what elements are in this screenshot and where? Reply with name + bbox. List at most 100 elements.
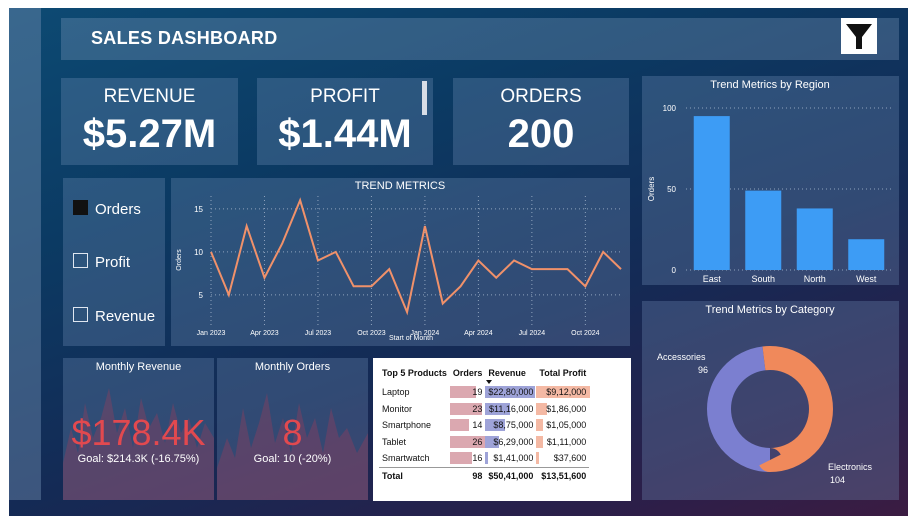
metric-option-profit[interactable]: Profit <box>73 253 130 271</box>
kpi-card-orders: ORDERS 200 <box>453 78 629 165</box>
column-header[interactable]: Top 5 Products <box>379 362 450 384</box>
data-point[interactable] <box>262 276 266 280</box>
slice-value: 96 <box>698 365 708 375</box>
data-point[interactable] <box>227 293 231 297</box>
x-tick-label: Jan 2024 <box>411 330 440 337</box>
kpi-value: $1.44M <box>278 112 412 156</box>
kpi-card-revenue: REVENUE $5.27M <box>61 78 238 165</box>
x-tick-label: Jul 2023 <box>305 330 332 337</box>
data-bar <box>536 452 539 464</box>
profit-cell: $1,11,000 <box>536 434 589 451</box>
data-point[interactable] <box>583 284 587 288</box>
x-tick-label: Apr 2023 <box>250 330 279 337</box>
data-point[interactable] <box>352 284 356 288</box>
data-point[interactable] <box>494 276 498 280</box>
column-header[interactable]: Total Profit <box>536 362 589 384</box>
orders-cell: 19 <box>449 384 486 401</box>
data-point[interactable] <box>298 198 302 202</box>
kpi-label: PROFIT <box>310 86 380 107</box>
checkbox-icon[interactable] <box>73 307 88 322</box>
products-table: Top 5 Products Orders Revenue Total Prof… <box>379 362 591 484</box>
bar-east[interactable] <box>693 116 730 270</box>
data-point[interactable] <box>530 267 534 271</box>
y-tick-label: 10 <box>194 248 203 257</box>
bar-south[interactable] <box>745 190 782 270</box>
table-row[interactable]: Smartphone 14 $8,75,000 $1,05,000 <box>379 417 589 434</box>
card-title: Monthly Orders <box>254 361 331 373</box>
y-tick-label: 15 <box>194 205 203 214</box>
x-tick-label: Oct 2024 <box>571 330 600 337</box>
checkbox-icon[interactable] <box>73 200 88 215</box>
data-point[interactable] <box>476 259 480 263</box>
profit-cell: $37,600 <box>536 450 589 467</box>
y-tick-label: 100 <box>663 104 677 113</box>
table-total-row[interactable]: Total 98 $50,41,000 $13,51,600 <box>379 467 590 484</box>
scrollbar-thumb[interactable] <box>422 81 427 115</box>
column-header[interactable]: Orders <box>450 362 486 384</box>
data-bar <box>485 452 489 464</box>
page-title: SALES DASHBOARD <box>91 28 278 48</box>
data-point[interactable] <box>566 267 570 271</box>
y-axis-label: Orders <box>647 177 656 201</box>
filter-button[interactable] <box>841 18 877 54</box>
metric-option-orders[interactable]: Orders <box>73 200 141 218</box>
kpi-label: ORDERS <box>500 86 582 107</box>
profit-cell: $9,12,000 <box>536 384 591 401</box>
product-name-cell: Monitor <box>382 403 413 414</box>
region-bar-svg: Trend Metrics by Region Orders 0 50 100 Eas… <box>647 79 892 284</box>
checkbox-icon[interactable] <box>73 253 88 268</box>
revenue-cell: $8,75,000 <box>485 417 536 434</box>
header-bar: SALES DASHBOARD <box>61 18 899 60</box>
data-point[interactable] <box>209 250 213 254</box>
goal-text: Goal: 10 (-20%) <box>253 453 332 465</box>
category-donut-chart: Trend Metrics by Category Accessories 96 E… <box>642 301 899 500</box>
data-point[interactable] <box>441 302 445 306</box>
monthly-orders-card: Monthly Orders 8 Goal: 10 (-20%) <box>217 358 368 500</box>
metric-selector: Orders Profit Revenue <box>63 178 165 346</box>
orders-cell: 16 <box>449 450 486 467</box>
column-header[interactable]: Revenue <box>485 362 536 384</box>
bar-west[interactable] <box>848 239 885 270</box>
data-bar <box>536 419 543 431</box>
dashboard-canvas: SALES DASHBOARD REVENUE $5.27M PROFIT $1… <box>9 8 908 516</box>
bar-north[interactable] <box>796 208 833 270</box>
y-tick-label: 5 <box>199 291 204 300</box>
chart-title: Trend Metrics by Region <box>710 79 829 91</box>
product-name-cell: Smartwatch <box>382 453 430 464</box>
top-products-table: Top 5 Products Orders Revenue Total Prof… <box>373 358 631 501</box>
data-point[interactable] <box>548 267 552 271</box>
data-point[interactable] <box>316 259 320 263</box>
kpi-label: REVENUE <box>103 86 196 107</box>
revenue-cell: $11,16,000 <box>485 401 536 418</box>
orders-cell: 26 <box>449 434 486 451</box>
revenue-cell: $22,80,000 <box>485 384 536 401</box>
side-navigation-bar[interactable] <box>9 8 41 500</box>
metric-option-revenue[interactable]: Revenue <box>73 307 155 325</box>
data-point[interactable] <box>280 241 284 245</box>
data-point[interactable] <box>387 267 391 271</box>
data-point[interactable] <box>601 250 605 254</box>
data-point[interactable] <box>459 284 463 288</box>
orders-cell: 98 <box>472 470 483 481</box>
x-tick-label: East <box>703 274 722 284</box>
data-point[interactable] <box>405 310 409 314</box>
column-header-label: Revenue <box>488 368 526 378</box>
data-point[interactable] <box>245 224 249 228</box>
data-bar <box>449 452 472 464</box>
table-row[interactable]: Monitor 23 $11,16,000 $1,86,000 <box>379 401 589 418</box>
data-point[interactable] <box>369 284 373 288</box>
region-bar-chart: Trend Metrics by Region Orders 0 50 100 Eas… <box>642 76 899 285</box>
data-point[interactable] <box>334 250 338 254</box>
x-tick-label: Oct 2023 <box>357 330 386 337</box>
data-point[interactable] <box>512 259 516 263</box>
table-row[interactable]: Smartwatch 16 $1,41,000 $37,600 <box>379 450 589 467</box>
table-row[interactable]: Laptop 19 $22,80,000 $9,12,000 <box>379 384 591 401</box>
data-point[interactable] <box>423 224 427 228</box>
revenue-cell: $6,29,000 <box>485 434 536 451</box>
kpi-value: $178.4K <box>71 412 206 453</box>
table-row[interactable]: Tablet 26 $6,29,000 $1,11,000 <box>379 434 589 451</box>
data-point[interactable] <box>619 267 623 271</box>
slice-label: Electronics <box>828 462 873 472</box>
metric-option-label: Profit <box>95 254 131 271</box>
x-tick-label: Jan 2023 <box>197 330 226 337</box>
